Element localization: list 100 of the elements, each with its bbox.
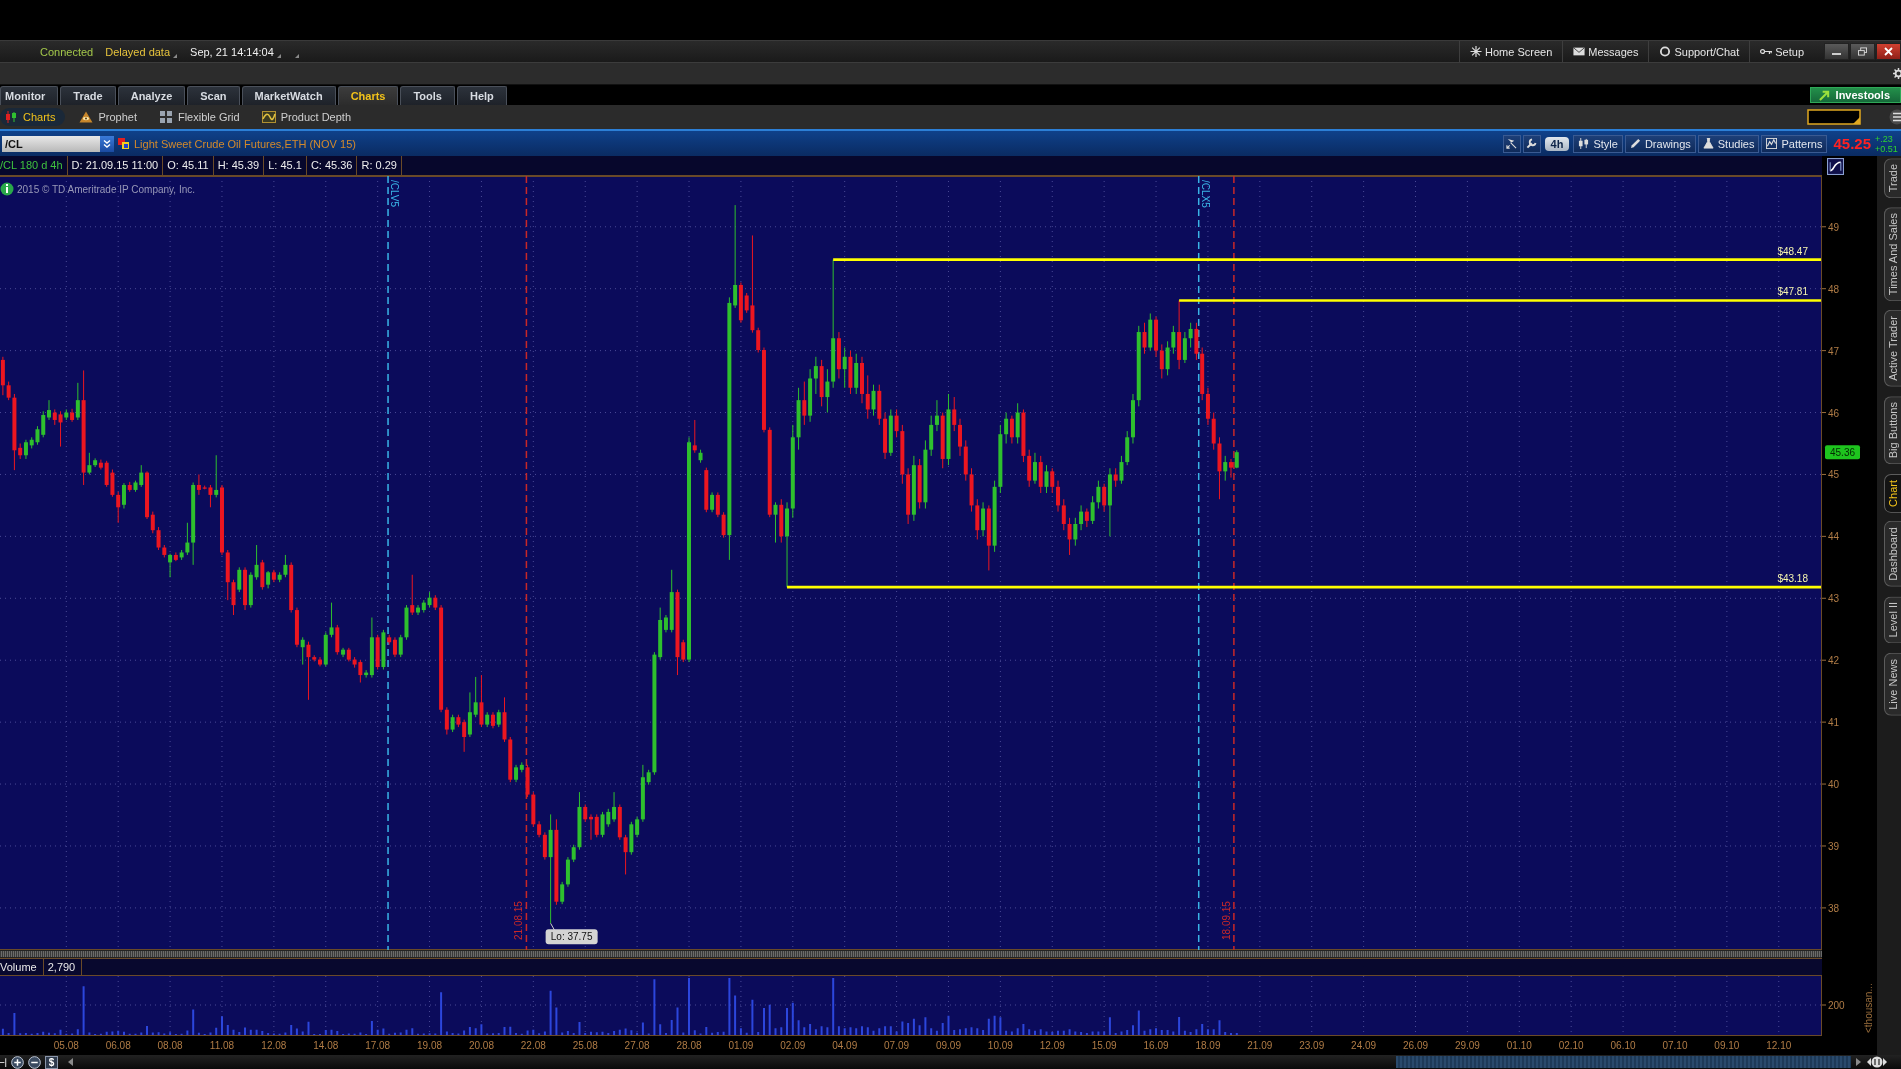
side-tab[interactable]: Chart (1884, 473, 1901, 513)
date-axis-label: 15.09 (1091, 1040, 1117, 1051)
date-marker-label: 18.09.15 (1220, 901, 1232, 940)
triangle-icon[interactable] (173, 53, 178, 58)
main-tab[interactable]: Help (457, 86, 507, 105)
side-tab[interactable]: Live News (1884, 652, 1901, 716)
scrollbar-thumb[interactable] (1396, 1056, 1851, 1068)
date-axis-label: 12.09 (1039, 1040, 1065, 1051)
outlined-box-icon[interactable] (1807, 109, 1861, 125)
squares-icon[interactable] (118, 137, 130, 150)
arrow-icon (1818, 89, 1830, 101)
chart-tool-button[interactable]: Style (1573, 134, 1623, 153)
sub-tab[interactable]: Flexible Grid (158, 108, 240, 126)
side-tab[interactable]: Active Trader (1884, 310, 1901, 388)
chart-tool-button[interactable]: Drawings (1624, 134, 1696, 153)
side-tab[interactable]: Times And Sales (1884, 207, 1901, 302)
volume-unit-label: <thousan... (1863, 983, 1874, 1033)
date-axis-label: 02.10 (1558, 1040, 1584, 1051)
date-axis-label: 28.08 (676, 1040, 702, 1051)
last-price: 45.25 (1833, 135, 1871, 152)
date-axis-label: 07.09 (884, 1040, 910, 1051)
side-tab[interactable]: Trade (1884, 158, 1901, 199)
settings-button[interactable] (1522, 134, 1541, 153)
chart-tool-button[interactable]: Patterns (1761, 134, 1828, 153)
sub-tab[interactable]: Prophet (79, 108, 137, 126)
right-arrow-icon[interactable] (1855, 1058, 1861, 1066)
date-axis-label: 06.08 (105, 1040, 131, 1051)
zoom-in-icon[interactable] (11, 1055, 24, 1069)
minimize-button[interactable] (1824, 43, 1849, 60)
envelope-icon (1573, 46, 1586, 57)
datetime-label: Sep, 21 14:14:04 (190, 45, 274, 58)
aggregation-button[interactable]: 4h (1544, 136, 1570, 151)
price-axis-label: 40 (1828, 779, 1840, 791)
info-icon[interactable] (0, 182, 14, 196)
key-icon (1760, 46, 1773, 57)
toolbar-button[interactable]: Setup (1749, 41, 1814, 62)
toolbar-button[interactable]: Home Screen (1459, 41, 1563, 62)
minus-icon[interactable] (0, 1056, 7, 1068)
side-tab[interactable]: Level II (1884, 596, 1901, 644)
connection-status: Connected (40, 45, 94, 58)
close-button[interactable] (1876, 43, 1901, 60)
price-level-label: $48.47 (1777, 245, 1808, 257)
date-axis-label: 17.08 (365, 1040, 391, 1051)
dropdown-button[interactable] (100, 135, 114, 152)
main-tab[interactable]: Analyze (117, 86, 186, 105)
main-tab[interactable]: Tools (400, 86, 455, 105)
close-icon (1884, 47, 1893, 56)
left-arrow-icon[interactable] (68, 1058, 74, 1066)
minimize-icon (1832, 53, 1841, 55)
expand-icon[interactable] (1867, 1056, 1887, 1068)
drawing-tool-button[interactable] (1502, 134, 1521, 153)
price-axis-label: 39 (1828, 840, 1840, 852)
copyright-text: 2015 © TD Ameritrade IP Company, Inc. (17, 184, 195, 195)
volume-title: Volume (0, 960, 38, 975)
main-tab[interactable]: Trade (60, 86, 116, 105)
price-axis-button[interactable]: $ (45, 1055, 58, 1069)
contract-label: /CLV5 (389, 180, 401, 208)
main-tab[interactable]: Charts (337, 86, 399, 105)
date-axis-label: 24.09 (1351, 1040, 1377, 1051)
sub-tab[interactable]: Product Depth (261, 108, 351, 126)
main-tab[interactable]: MarketWatch (241, 86, 336, 105)
sub-tab[interactable]: Charts (0, 108, 66, 126)
date-axis-label: 19.08 (417, 1040, 443, 1051)
date-axis-label: 12.08 (261, 1040, 287, 1051)
bar-info-text: O: 45.11 (163, 156, 214, 175)
pane-splitter[interactable] (0, 950, 1822, 958)
chart-tool-button[interactable]: Studies (1697, 134, 1760, 153)
bar-info-text: R: 0.29 (357, 156, 402, 175)
date-axis-label: 20.08 (468, 1040, 494, 1051)
curve-icon[interactable] (1827, 157, 1844, 175)
date-axis-label: 16.09 (1143, 1040, 1169, 1051)
date-axis-label: 21.09 (1247, 1040, 1273, 1051)
price-axis-label: 41 (1828, 717, 1840, 729)
candles-icon (1578, 138, 1590, 149)
date-axis-label: 02.09 (780, 1040, 806, 1051)
investools-button[interactable]: Investools (1809, 87, 1901, 103)
bar-info-text: H: 45.39 (213, 156, 265, 175)
main-tab[interactable]: Scan (187, 86, 240, 105)
settings-icon[interactable] (1893, 68, 1901, 79)
toolbar-button[interactable]: Support/Chat (1648, 41, 1750, 62)
data-mode-label[interactable]: Delayed data (105, 45, 171, 58)
side-tab[interactable]: Big Buttons (1884, 396, 1901, 465)
restore-button[interactable] (1850, 43, 1875, 60)
pyramid-icon (79, 111, 94, 123)
toolbar-button[interactable]: Messages (1562, 41, 1649, 62)
date-axis-label: 27.08 (624, 1040, 650, 1051)
side-tab[interactable]: Dashboard (1884, 521, 1901, 588)
triangle-icon[interactable] (276, 53, 281, 58)
burst-icon (1470, 46, 1482, 57)
date-axis-label: 22.08 (520, 1040, 546, 1051)
main-tab[interactable]: Monitor (0, 86, 59, 105)
zoom-out-icon[interactable] (28, 1055, 41, 1069)
date-axis-label: 14.08 (313, 1040, 339, 1051)
menu-icon[interactable] (1889, 109, 1901, 125)
instrument-description: Light Sweet Crude Oil Futures,ETH (NOV 15) (134, 137, 356, 150)
triangle-icon[interactable] (294, 53, 299, 58)
pointer-icon (1506, 138, 1518, 149)
price-level-line[interactable] (787, 585, 1821, 589)
price-axis-label: 44 (1828, 531, 1840, 543)
symbol-field[interactable]: /CL (2, 135, 100, 152)
